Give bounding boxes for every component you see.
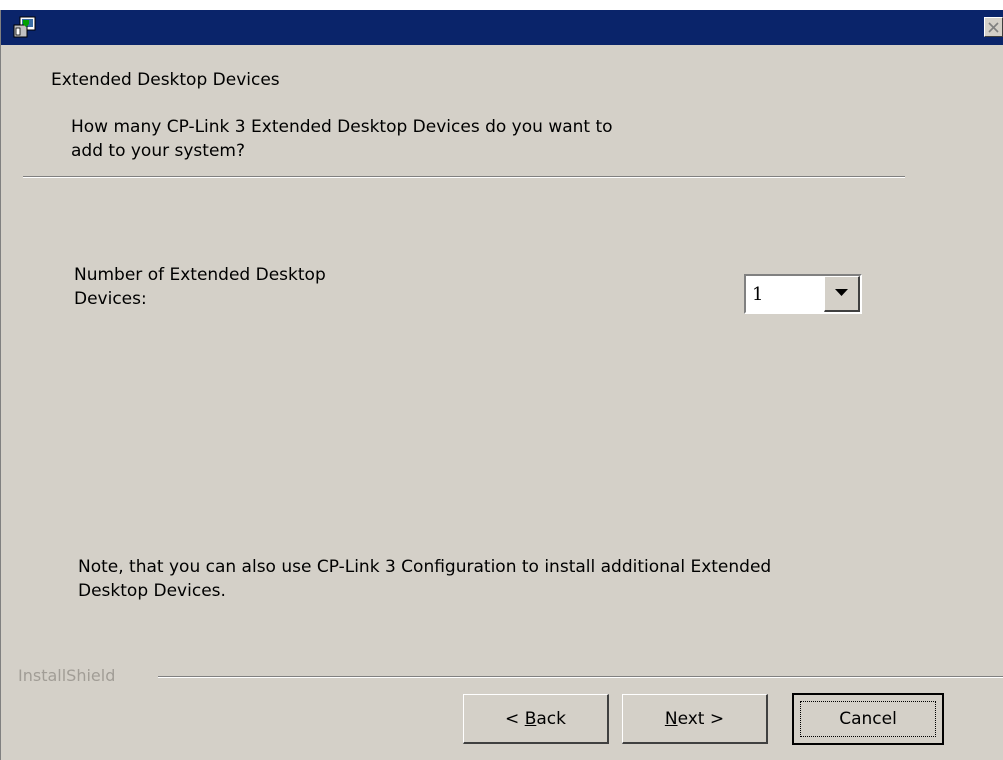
top-cropped-heading bbox=[0, 0, 1003, 10]
devices-count-label: Number of Extended Desktop Devices: bbox=[74, 265, 326, 309]
close-button[interactable] bbox=[984, 17, 1003, 37]
page-title: Extended Desktop Devices bbox=[51, 70, 280, 90]
chevron-down-icon bbox=[835, 289, 848, 296]
close-icon bbox=[988, 22, 999, 33]
note-text: Note, that you can also use CP-Link 3 Co… bbox=[78, 557, 772, 601]
next-button[interactable]: Next > bbox=[622, 694, 768, 744]
back-button[interactable]: < Back bbox=[463, 694, 609, 744]
cancel-button[interactable]: Cancel bbox=[792, 693, 944, 745]
back-button-label: < Back bbox=[505, 708, 566, 729]
installer-dialog: Extended Desktop Devices How many CP-Lin… bbox=[0, 10, 1003, 760]
cancel-button-label: Cancel bbox=[839, 709, 897, 729]
page-description: How many CP-Link 3 Extended Desktop Devi… bbox=[71, 117, 613, 161]
devices-count-value: 1 bbox=[752, 284, 764, 305]
footer-divider bbox=[158, 676, 1003, 678]
installshield-brand-label: InstallShield bbox=[18, 666, 116, 685]
devices-count-combobox[interactable]: 1 bbox=[744, 274, 862, 314]
title-bar bbox=[1, 10, 1003, 45]
next-button-label: Next > bbox=[664, 708, 725, 729]
installer-icon bbox=[13, 15, 37, 39]
focus-rectangle: Cancel bbox=[800, 701, 936, 737]
header-divider bbox=[23, 176, 905, 178]
combobox-dropdown-button[interactable] bbox=[824, 276, 860, 312]
